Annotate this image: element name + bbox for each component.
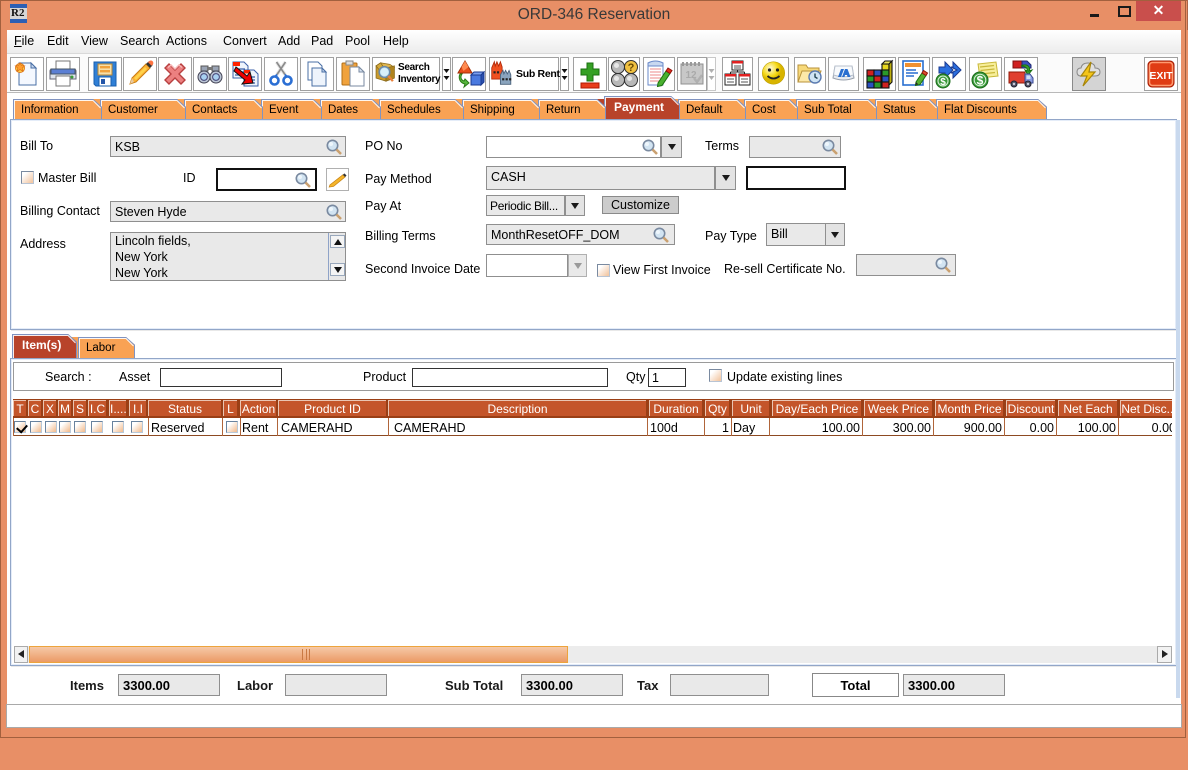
- svg-text:?: ?: [628, 62, 635, 74]
- svg-text:Contacts: Contacts: [192, 104, 238, 116]
- svg-text:Schedules: Schedules: [387, 104, 441, 116]
- svg-text:Cost: Cost: [752, 104, 776, 116]
- svg-text:$: $: [940, 77, 946, 88]
- svg-text:Dates: Dates: [328, 104, 358, 116]
- svg-text:Labor: Labor: [86, 342, 116, 354]
- svg-text:Default: Default: [686, 104, 723, 116]
- svg-text:EXIT: EXIT: [1149, 70, 1173, 82]
- svg-text:Item(s): Item(s): [22, 338, 61, 352]
- svg-text:Event: Event: [269, 104, 299, 116]
- svg-text:Status: Status: [883, 104, 916, 116]
- svg-text:Payment: Payment: [614, 100, 664, 114]
- svg-text:Shipping: Shipping: [470, 104, 515, 116]
- svg-text:Customer: Customer: [108, 104, 158, 116]
- svg-text:Sub Total: Sub Total: [804, 104, 852, 116]
- svg-text:$: $: [977, 74, 984, 88]
- svg-text:Flat Discounts: Flat Discounts: [944, 104, 1017, 116]
- svg-text:Return: Return: [546, 104, 581, 116]
- svg-text:Information: Information: [21, 104, 79, 116]
